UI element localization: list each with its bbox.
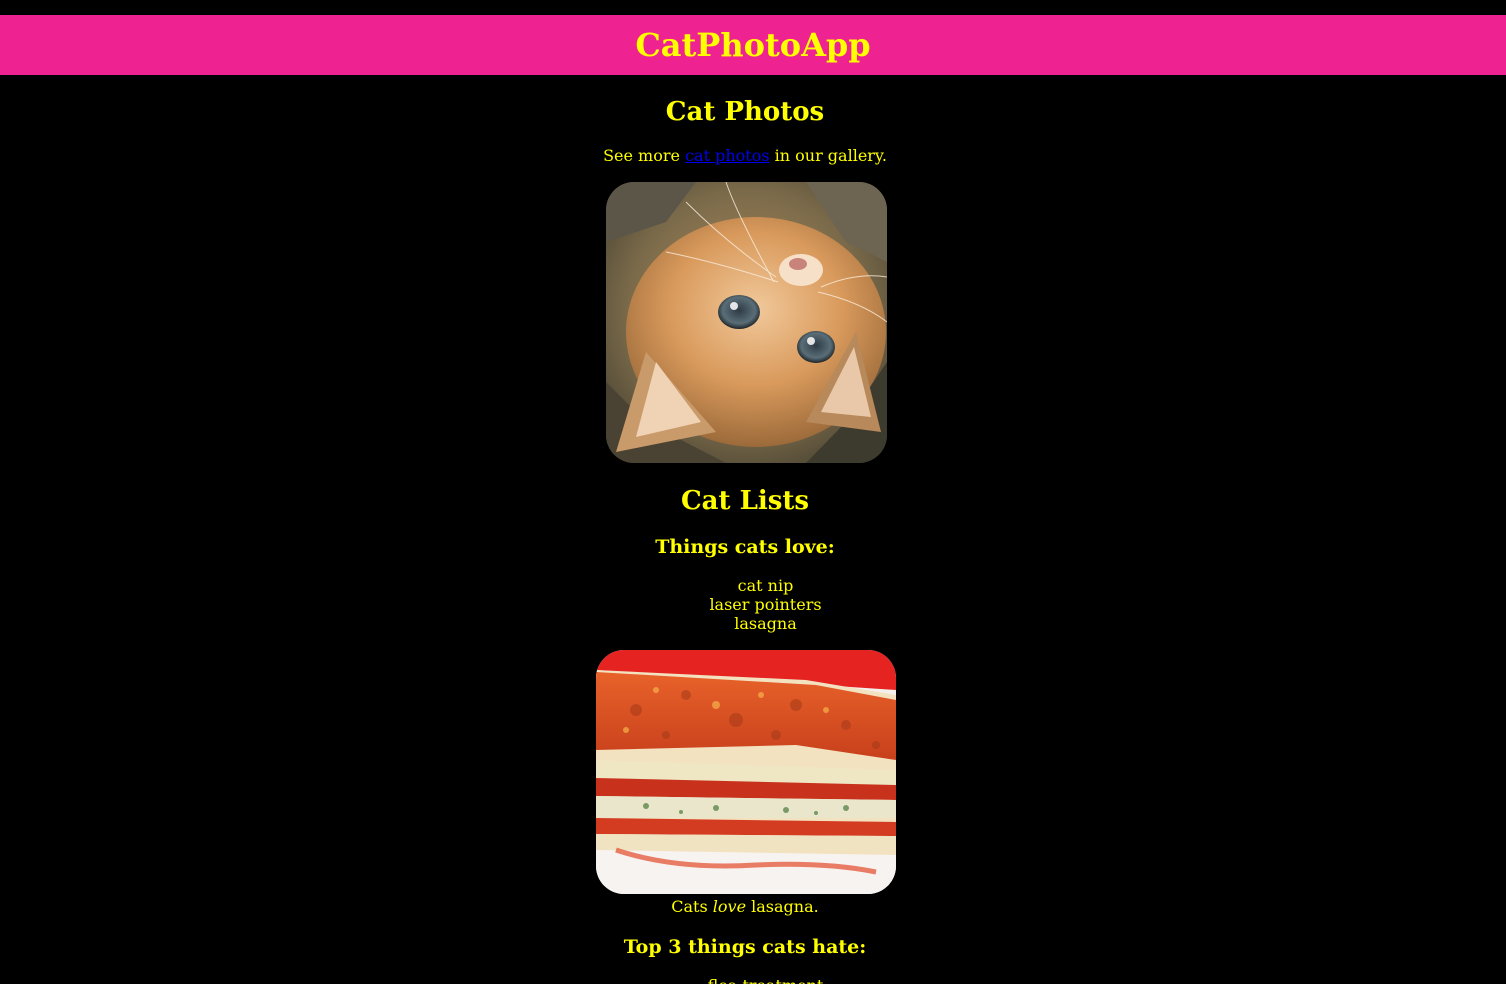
list-item: laser pointers [709,595,822,614]
cat-photos-heading: Cat Photos [665,97,825,127]
lasagna-photo [596,650,896,894]
gallery-text-before: See more [603,146,686,165]
caption-after: lasagna. [746,897,819,916]
gallery-text-after: in our gallery. [769,146,887,165]
lasagna-caption: Cats love lasagna. [0,897,1490,917]
list-item: cat nip [737,576,794,595]
things-cats-hate-heading: Top 3 things cats hate: [623,936,867,958]
kitten-image[interactable] [606,182,887,463]
cat-lists-heading: Cat Lists [680,486,810,516]
browser-top-strip [0,0,1506,16]
cats-love-list: cat nip laser pointers lasagna [0,576,1506,633]
list-item: flea treatment [0,976,1506,984]
lasagna-image [596,650,896,894]
cats-hate-list: flea treatment [0,976,1506,984]
cat-photos-link[interactable]: cat photos [685,146,769,165]
list-item: lasagna [734,614,797,633]
kitten-photo [606,182,887,463]
things-cats-love-heading: Things cats love: [655,536,835,558]
app-header: CatPhotoApp [0,15,1506,75]
caption-emphasis: love [712,897,747,916]
caption-before: Cats [671,897,713,916]
app-title: CatPhotoApp [635,26,871,64]
gallery-intro-text: See more cat photos in our gallery. [0,146,1490,166]
